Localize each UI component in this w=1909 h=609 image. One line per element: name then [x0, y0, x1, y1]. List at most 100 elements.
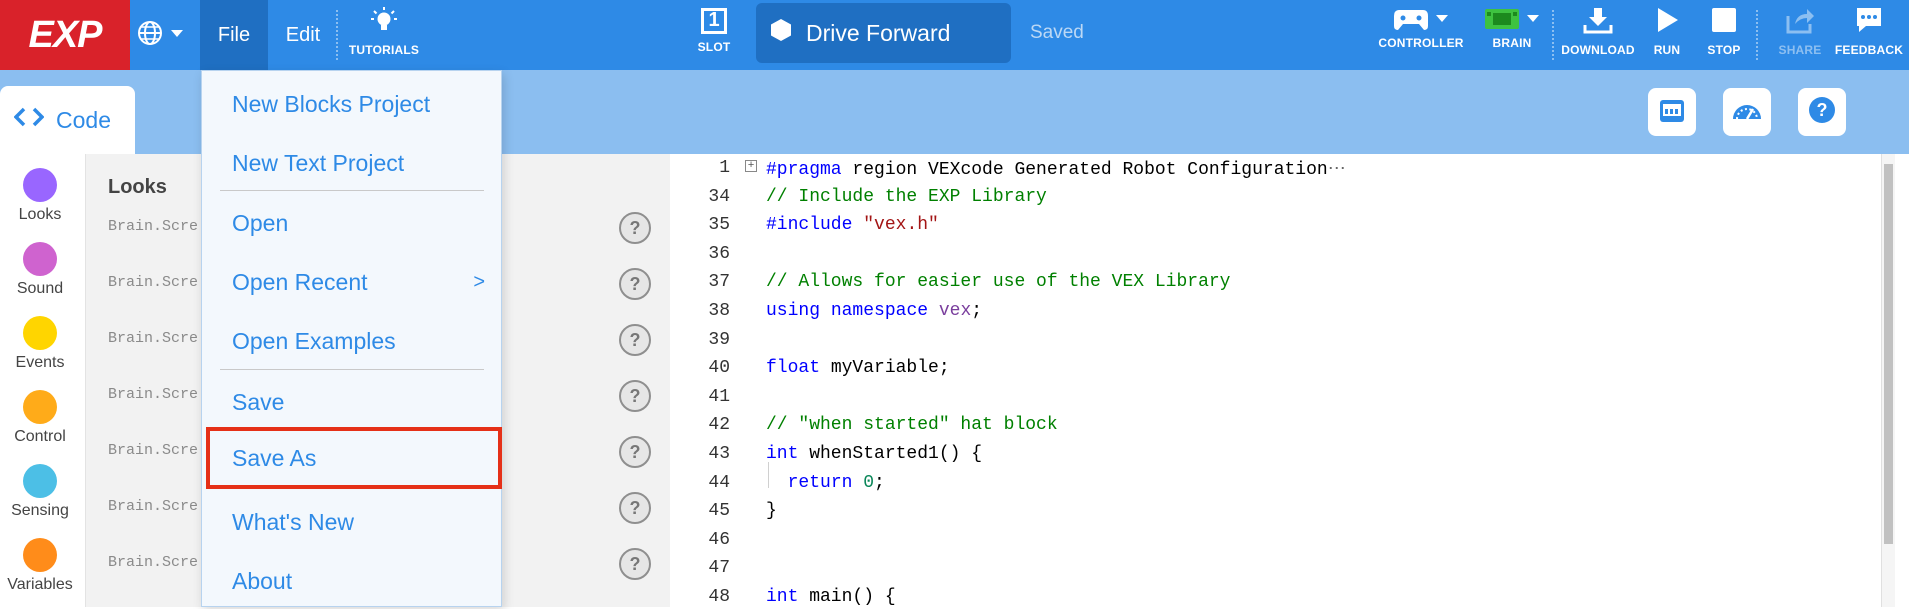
line-number: 36 — [708, 243, 730, 264]
run-label: RUN — [1653, 43, 1681, 57]
download-label: DOWNLOAD — [1561, 43, 1635, 57]
run-button[interactable]: RUN — [1646, 6, 1688, 66]
brain-button[interactable]: BRAIN — [1474, 6, 1550, 66]
logo-text: EXP — [28, 13, 102, 56]
category-label: Control — [14, 428, 66, 445]
lightbulb-icon — [369, 6, 399, 39]
code-line: // Include the EXP Library — [766, 186, 1047, 207]
palette-snippet[interactable]: Brain.Scre — [108, 442, 198, 459]
category-looks[interactable]: Looks — [0, 168, 80, 224]
palette-snippet[interactable]: Brain.Scre — [108, 554, 198, 571]
palette-snippet[interactable]: Brain.Scre — [108, 330, 198, 347]
palette-snippet[interactable]: Brain.Scre — [108, 218, 198, 235]
palette-snippet[interactable]: Brain.Scre — [108, 498, 198, 515]
share-icon — [1785, 6, 1815, 39]
category-dot — [23, 464, 57, 498]
tutorials-label: TUTORIALS — [348, 43, 420, 57]
menu-item-new-text-project[interactable]: New Text Project — [202, 135, 501, 191]
stop-label: STOP — [1707, 43, 1741, 57]
snippet-help-icon[interactable]: ? — [619, 212, 651, 244]
menu-item-save[interactable]: Save — [202, 374, 501, 430]
category-events[interactable]: Events — [0, 316, 80, 372]
project-name: Drive Forward — [806, 19, 951, 46]
line-number: 37 — [708, 272, 730, 293]
line-number: 34 — [708, 186, 730, 207]
snippet-help-icon[interactable]: ? — [619, 380, 651, 412]
menu-item-new-blocks-project[interactable]: New Blocks Project — [202, 76, 501, 132]
code-line: } — [766, 501, 777, 522]
line-number: 45 — [708, 501, 730, 522]
category-variables[interactable]: Variables — [0, 538, 80, 594]
line-number: 48 — [708, 587, 730, 607]
snippet-help-icon[interactable]: ? — [619, 436, 651, 468]
snippet-help-icon[interactable]: ? — [619, 268, 651, 300]
dashboard-button[interactable] — [1723, 88, 1771, 136]
line-number: 47 — [708, 558, 730, 579]
controller-label: CONTROLLER — [1378, 36, 1464, 50]
devices-button[interactable] — [1648, 88, 1696, 136]
controller-button[interactable]: CONTROLLER — [1378, 6, 1464, 66]
code-line: #include "vex.h" — [766, 215, 939, 236]
code-editor[interactable]: 1 34 35 36 37 38 39 40 41 42 43 44 45 46 47 48 + #pragm… — [670, 154, 1895, 607]
palette-snippet[interactable]: Brain.Scre — [108, 386, 198, 403]
category-sensing[interactable]: Sensing — [0, 464, 80, 520]
tutorials-button[interactable]: TUTORIALS — [346, 6, 422, 66]
category-sound[interactable]: Sound — [0, 242, 80, 298]
code-line: // "when started" hat block — [766, 415, 1058, 436]
exp-logo: EXP — [0, 0, 130, 70]
category-dot — [23, 242, 57, 276]
category-control[interactable]: Control — [0, 390, 80, 446]
scrollbar-thumb[interactable] — [1884, 164, 1893, 544]
help-button[interactable]: ? — [1798, 88, 1846, 136]
globe-icon — [136, 19, 164, 52]
download-button[interactable]: DOWNLOAD — [1558, 6, 1638, 66]
menu-item-open-examples[interactable]: Open Examples — [202, 313, 501, 369]
menu-item-open[interactable]: Open — [202, 195, 501, 251]
menu-divider — [220, 369, 484, 370]
share-label: SHARE — [1778, 43, 1822, 57]
code-line: float myVariable; — [766, 358, 950, 379]
line-number: 1 — [719, 158, 730, 178]
code-line: int main() { — [766, 587, 896, 607]
stop-button[interactable]: STOP — [1704, 6, 1744, 66]
line-number: 35 — [708, 215, 730, 236]
project-name-field[interactable]: Drive Forward — [756, 3, 1011, 63]
code-brackets-icon — [13, 106, 45, 134]
tab-code[interactable]: Code — [0, 86, 135, 154]
menu-item-about[interactable]: About — [202, 553, 501, 609]
brain-label: BRAIN — [1492, 36, 1532, 50]
file-menu[interactable]: File — [200, 0, 268, 70]
category-label: Events — [15, 354, 65, 371]
toolbar-divider — [1756, 10, 1758, 60]
menu-item-open-recent[interactable]: Open Recent > — [202, 254, 501, 310]
menu-item-whats-new[interactable]: What's New — [202, 494, 501, 550]
help-icon: ? — [1807, 95, 1837, 130]
menu-item-label: Open Recent — [232, 268, 368, 295]
snippet-help-icon[interactable]: ? — [619, 492, 651, 524]
category-label: Looks — [18, 206, 62, 223]
code-tab-label: Code — [56, 106, 111, 133]
slot-button[interactable]: 1 SLOT — [694, 6, 734, 66]
gauge-icon — [1730, 95, 1764, 130]
line-number: 44 — [708, 472, 730, 493]
category-dot — [23, 390, 57, 424]
menu-item-save-as[interactable]: Save As — [206, 427, 502, 489]
category-label: Variables — [7, 576, 73, 593]
editor-scrollbar[interactable] — [1881, 154, 1895, 607]
code-line: using namespace vex; — [766, 301, 983, 321]
feedback-label: FEEDBACK — [1834, 43, 1904, 57]
snippet-help-icon[interactable]: ? — [619, 548, 651, 580]
chevron-down-icon — [170, 26, 184, 44]
snippet-help-icon[interactable]: ? — [619, 324, 651, 356]
category-label: Sensing — [11, 502, 69, 519]
code-line: int whenStarted1() { — [766, 444, 983, 464]
language-button[interactable] — [136, 16, 190, 54]
feedback-button[interactable]: FEEDBACK — [1834, 6, 1904, 66]
fold-expand-icon[interactable]: + — [745, 160, 757, 172]
palette-snippet[interactable]: Brain.Scre — [108, 274, 198, 291]
share-button[interactable]: SHARE — [1776, 6, 1824, 66]
edit-menu[interactable]: Edit — [276, 0, 330, 70]
svg-text:?: ? — [1817, 100, 1828, 120]
play-icon — [1654, 6, 1680, 39]
save-status: Saved — [1030, 22, 1084, 43]
